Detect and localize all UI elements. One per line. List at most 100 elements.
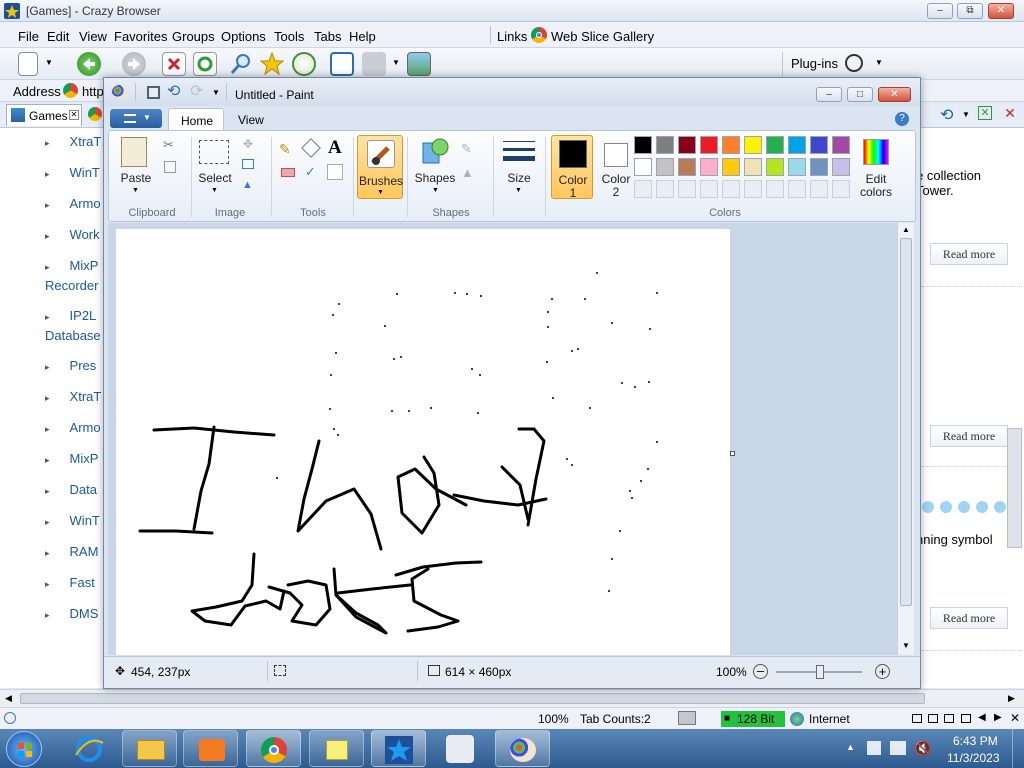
scrollbar-thumb[interactable]: [900, 238, 912, 606]
zoom-level[interactable]: 100%: [538, 712, 569, 726]
size-dropdown-arrow-icon[interactable]: ▼: [515, 187, 522, 194]
action-center-icon[interactable]: [867, 741, 881, 755]
sticky-notes-icon[interactable]: [309, 730, 364, 767]
custom-color-slot[interactable]: [744, 180, 762, 198]
list-item[interactable]: ▸ MixP: [45, 451, 98, 466]
list-item[interactable]: ▸ XtraT: [45, 134, 101, 149]
page-vertical-scrollbar[interactable]: [1007, 428, 1022, 548]
list-item[interactable]: ▸ Fast: [45, 575, 95, 590]
scrollbar-thumb[interactable]: [20, 693, 925, 704]
custom-color-slot[interactable]: [634, 180, 652, 198]
color-picker-icon[interactable]: ✓: [305, 164, 316, 180]
color-swatch[interactable]: [744, 158, 762, 176]
scroll-up-arrow-icon[interactable]: ▲: [902, 225, 910, 234]
show-desktop-button[interactable]: [1012, 729, 1024, 768]
color-swatch[interactable]: [766, 158, 784, 176]
shapes-dropdown-arrow-icon[interactable]: ▼: [432, 187, 439, 194]
color-swatch[interactable]: [634, 158, 652, 176]
clock-date[interactable]: 11/3/2023: [947, 751, 1000, 765]
list-item-continuation[interactable]: Recorder: [45, 278, 98, 293]
read-more-button[interactable]: Read more: [930, 243, 1008, 265]
color-swatch[interactable]: [810, 158, 828, 176]
resize-icon[interactable]: [242, 159, 254, 169]
color-swatch[interactable]: [656, 136, 674, 154]
media-player-icon[interactable]: [183, 730, 238, 767]
shapes-icon[interactable]: [421, 137, 449, 165]
select-button[interactable]: Select: [197, 171, 233, 185]
color1-button[interactable]: Color 1: [551, 135, 593, 200]
plugins-label[interactable]: Plug-ins: [791, 56, 838, 71]
refresh-button[interactable]: [193, 52, 217, 76]
color-swatch[interactable]: [722, 158, 740, 176]
pencil-icon[interactable]: ✎: [279, 141, 291, 158]
forward-button[interactable]: [122, 52, 146, 76]
scroll-right-arrow-icon[interactable]: ▶: [1008, 693, 1015, 704]
custom-color-slot[interactable]: [700, 180, 718, 198]
color-swatch[interactable]: [678, 158, 696, 176]
list-item[interactable]: ▸ WinT: [45, 513, 100, 528]
carousel-dot[interactable]: [976, 501, 988, 513]
new-page-icon[interactable]: [18, 52, 38, 76]
color-swatch[interactable]: [656, 158, 674, 176]
color-swatch[interactable]: [832, 136, 850, 154]
crazy-browser-taskbar-icon[interactable]: [371, 730, 426, 767]
paste-button[interactable]: Paste: [119, 171, 153, 185]
rss-feed-icon[interactable]: [362, 52, 386, 76]
undo-close-tab-icon[interactable]: ⟲: [940, 105, 953, 125]
color-swatch[interactable]: [722, 136, 740, 154]
web-slice-gallery-link[interactable]: Web Slice Gallery: [551, 29, 654, 44]
list-item[interactable]: ▸ WinT: [45, 165, 100, 180]
menu-view[interactable]: View: [79, 29, 107, 44]
close-all-green-icon[interactable]: ✕: [978, 106, 992, 120]
cut-icon[interactable]: ✂: [163, 137, 174, 153]
color2-button[interactable]: Color 2: [595, 135, 637, 199]
menu-file[interactable]: File: [18, 29, 39, 44]
scroll-down-arrow-icon[interactable]: ▼: [902, 641, 910, 650]
custom-color-slot[interactable]: [832, 180, 850, 198]
layout-cascade-icon[interactable]: [928, 714, 938, 723]
edit-colors-button[interactable]: Edit colors: [855, 135, 897, 199]
list-item[interactable]: ▸ Armo: [45, 196, 101, 211]
screenshot-tool-icon[interactable]: [446, 735, 474, 763]
custom-color-slot[interactable]: [656, 180, 674, 198]
text-tool-icon[interactable]: A: [328, 137, 342, 159]
tab-home[interactable]: Home: [168, 108, 224, 130]
list-item[interactable]: ▸ IP2L: [45, 308, 96, 323]
list-item[interactable]: ▸ MixP: [45, 258, 98, 273]
history-icon[interactable]: [292, 52, 316, 76]
favorites-star-icon[interactable]: [259, 51, 285, 76]
tab-games[interactable]: Games ✕: [6, 104, 82, 126]
menu-favorites[interactable]: Favorites: [114, 29, 167, 44]
fill-bucket-icon[interactable]: [301, 138, 321, 158]
carousel-dot[interactable]: [958, 501, 970, 513]
color-swatch[interactable]: [744, 136, 762, 154]
clock-time[interactable]: 6:43 PM: [953, 734, 998, 748]
color-swatch[interactable]: [700, 136, 718, 154]
save-icon[interactable]: [147, 86, 160, 99]
crop-icon[interactable]: ✥: [243, 137, 253, 151]
color-swatch[interactable]: [766, 136, 784, 154]
list-item-continuation[interactable]: Database: [45, 328, 101, 343]
shapes-button[interactable]: Shapes: [413, 171, 457, 185]
address-input[interactable]: http: [82, 84, 104, 99]
size-icon[interactable]: [503, 139, 535, 165]
menu-groups[interactable]: Groups: [172, 29, 215, 44]
custom-color-slot[interactable]: [678, 180, 696, 198]
menu-help[interactable]: Help: [349, 29, 376, 44]
rotate-icon[interactable]: ▲: [242, 179, 253, 191]
read-more-button[interactable]: Read more: [930, 607, 1008, 629]
plugins-icon[interactable]: [845, 54, 863, 72]
redo-icon[interactable]: ⟳: [190, 81, 203, 101]
plugins-dropdown-arrow-icon[interactable]: ▼: [875, 58, 883, 67]
paint-minimize-button[interactable]: –: [816, 87, 842, 102]
select-icon[interactable]: [199, 140, 229, 164]
prev-tab-icon[interactable]: ◀: [978, 712, 986, 723]
rss-dropdown-arrow-icon[interactable]: ▼: [392, 58, 400, 67]
list-item[interactable]: ▸ XtraT: [45, 389, 101, 404]
custom-color-slot[interactable]: [766, 180, 784, 198]
close-tab-icon[interactable]: ✕: [1010, 711, 1020, 725]
brushes-button[interactable]: Brushes ▼: [357, 135, 403, 199]
select-dropdown-arrow-icon[interactable]: ▼: [211, 187, 218, 194]
close-button[interactable]: ✕: [988, 3, 1014, 19]
color-swatch[interactable]: [810, 136, 828, 154]
